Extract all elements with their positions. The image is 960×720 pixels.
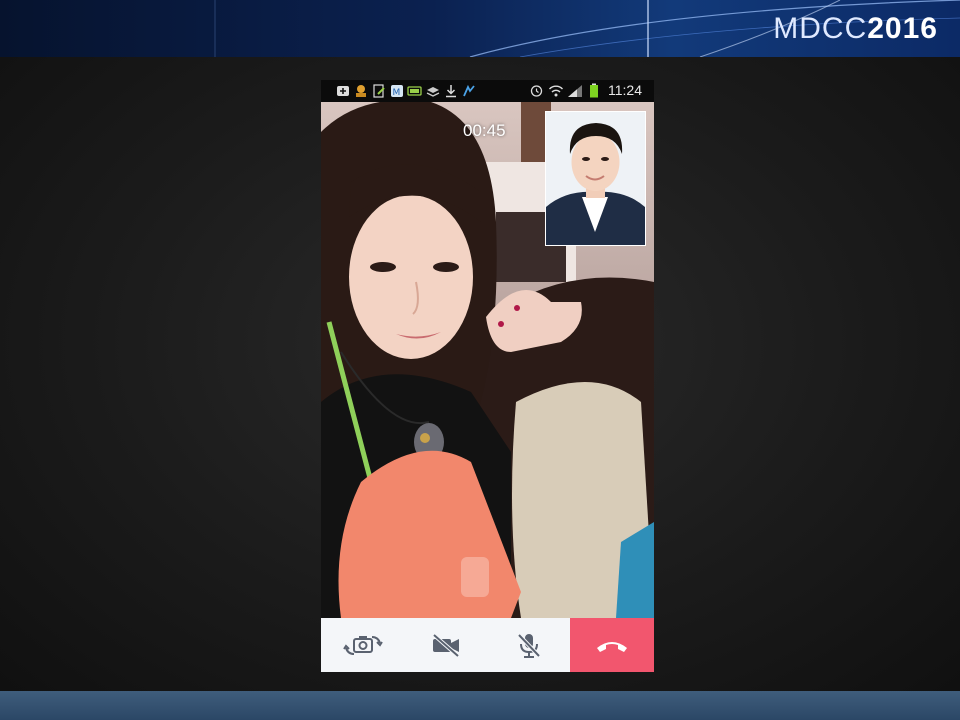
slide-footer-bar <box>0 691 960 720</box>
signal-icon <box>567 83 582 98</box>
layers-icon <box>425 83 440 98</box>
alarm-icon <box>529 83 544 98</box>
remote-video-feed: 00:45 <box>321 102 654 618</box>
plus-box-icon <box>335 83 350 98</box>
notification-icons: M <box>335 83 476 98</box>
wifi-icon <box>548 83 563 98</box>
camera-switch-icon <box>342 636 383 655</box>
call-duration: 00:45 <box>463 121 506 140</box>
self-preview-picture <box>546 112 645 245</box>
battery-icon <box>586 83 601 98</box>
document-edit-icon <box>371 83 386 98</box>
slide-header-banner: MDCC2016 <box>0 0 960 57</box>
video-off-button[interactable] <box>404 618 487 672</box>
status-clock: 11:24 <box>608 82 642 98</box>
video-off-icon <box>432 633 459 657</box>
phone-hangup-icon <box>597 642 627 652</box>
system-icons: 11:24 <box>529 82 642 98</box>
app-icon <box>353 83 368 98</box>
brand-logo-bold: 2016 <box>867 12 938 45</box>
call-controls <box>321 618 654 672</box>
status-bar: M 11:24 <box>321 80 654 102</box>
bluetooth-tag-icon <box>461 83 476 98</box>
mute-button[interactable] <box>487 618 570 672</box>
hang-up-button[interactable] <box>570 618 654 672</box>
svg-text:M: M <box>392 88 400 98</box>
download-icon <box>443 83 458 98</box>
brand-logo-light: MDCC <box>773 12 868 45</box>
self-preview-video[interactable] <box>545 111 646 246</box>
mic-off-icon <box>517 633 540 658</box>
maps-icon: M <box>389 83 404 98</box>
battery-saver-icon <box>407 83 422 98</box>
brand-logo: MDCC2016 <box>773 12 938 46</box>
switch-camera-button[interactable] <box>321 618 404 672</box>
phone-screen: M 11:24 00:45 <box>321 80 654 672</box>
